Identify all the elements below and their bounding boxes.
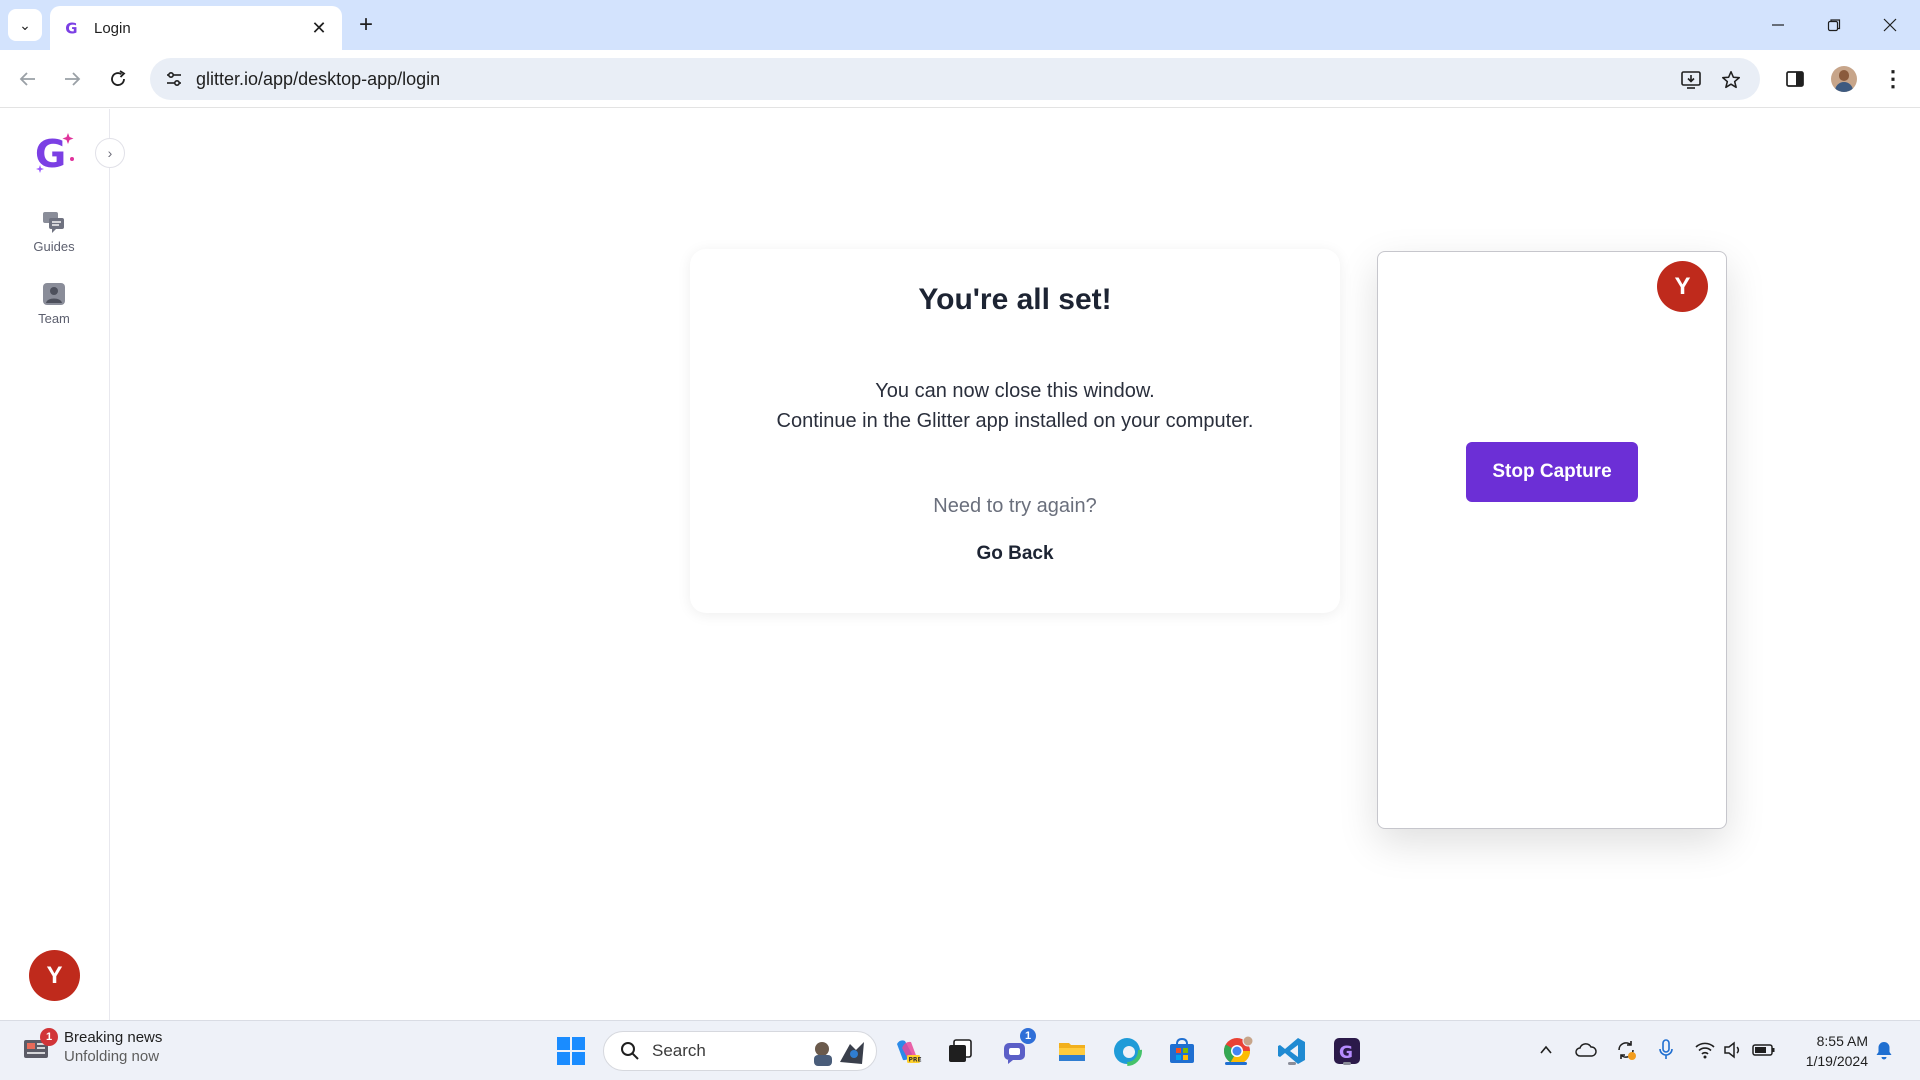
team-icon [42, 282, 66, 306]
battery-icon[interactable] [1752, 1038, 1776, 1062]
sidebar-expand-button[interactable]: › [95, 138, 125, 168]
more-menu-icon[interactable]: ⋮ [1878, 64, 1908, 94]
clock-time: 8:55 AM [1816, 1033, 1868, 1049]
tab-title: Login [94, 19, 131, 37]
back-button[interactable] [13, 64, 43, 94]
news-icon: 1 [22, 1028, 58, 1062]
glitter-favicon-icon: G [62, 18, 82, 38]
chat-badge: 1 [1019, 1027, 1037, 1045]
forward-button[interactable] [57, 64, 87, 94]
go-back-link[interactable]: Go Back [690, 543, 1340, 565]
clock-date: 1/19/2024 [1805, 1053, 1868, 1069]
search-label: Search [652, 1041, 706, 1060]
wifi-icon[interactable] [1693, 1038, 1717, 1062]
windows-taskbar: 1 Breaking news Unfolding now Search PRE… [0, 1020, 1920, 1080]
guides-icon [42, 210, 66, 234]
sidebar-item-guides[interactable]: Guides [14, 210, 94, 254]
microsoft-store-icon[interactable] [1164, 1033, 1200, 1069]
side-panel-icon[interactable] [1780, 64, 1810, 94]
browser-toolbar: glitter.io/app/desktop-app/login ⋮ [0, 50, 1920, 108]
minimize-button[interactable] [1758, 10, 1798, 40]
app-sidebar: G › Guides Team Y [0, 109, 125, 1020]
task-view-icon[interactable] [942, 1033, 978, 1069]
edge-browser-icon[interactable] [1109, 1033, 1145, 1069]
tune-icon [167, 71, 181, 87]
file-explorer-icon[interactable] [1054, 1033, 1090, 1069]
capture-user-avatar[interactable]: Y [1657, 261, 1708, 312]
running-app-indicator [1288, 1062, 1296, 1065]
message-line-2: Continue in the Glitter app installed on… [776, 410, 1254, 432]
restore-button[interactable] [1814, 10, 1854, 40]
onedrive-cloud-icon[interactable] [1574, 1038, 1598, 1062]
profile-picture-icon [1831, 66, 1857, 92]
message-line-1: You can now close this window. [875, 380, 1155, 402]
new-tab-button[interactable]: + [352, 12, 380, 40]
copilot-icon[interactable]: PRE [889, 1033, 925, 1069]
tab-search-button[interactable]: ⌄ [8, 9, 42, 41]
login-success-card: You're all set! You can now close this w… [690, 249, 1340, 613]
arrow-left-icon [19, 72, 35, 86]
svg-text:G: G [1339, 1043, 1353, 1063]
url-text[interactable]: glitter.io/app/desktop-app/login [196, 69, 440, 90]
news-subtitle: Unfolding now [64, 1048, 160, 1065]
close-window-button[interactable] [1870, 10, 1910, 40]
bookmark-star-icon[interactable] [1718, 67, 1744, 93]
notification-bell-icon[interactable] [1872, 1038, 1896, 1062]
reload-icon [111, 70, 126, 86]
glitter-app-icon[interactable]: G [1329, 1033, 1365, 1069]
sidebar-item-label: Guides [33, 239, 75, 254]
close-tab-icon[interactable]: ✕ [308, 18, 330, 39]
svg-text:G: G [65, 19, 77, 37]
user-avatar[interactable]: Y [29, 950, 80, 1001]
microphone-icon[interactable] [1654, 1038, 1678, 1062]
reload-button[interactable] [103, 64, 133, 94]
address-bar[interactable]: glitter.io/app/desktop-app/login [150, 58, 1760, 100]
windows-start-icon[interactable] [553, 1033, 589, 1069]
chevron-down-icon: ⌄ [19, 16, 31, 33]
site-info-button[interactable] [160, 65, 188, 93]
news-badge: 1 [40, 1028, 58, 1046]
active-app-indicator [1225, 1062, 1247, 1065]
sidebar-item-label: Team [38, 311, 70, 326]
chevron-right-icon: › [107, 145, 113, 161]
teams-chat-icon[interactable]: 1 [999, 1027, 1037, 1069]
news-title: Breaking news [64, 1029, 163, 1046]
sync-update-icon[interactable] [1614, 1038, 1638, 1062]
sidebar-item-team[interactable]: Team [14, 282, 94, 326]
stop-capture-button[interactable]: Stop Capture [1466, 442, 1638, 502]
capture-panel: Y Stop Capture [1377, 251, 1727, 829]
profile-avatar[interactable] [1829, 64, 1859, 94]
taskbar-search[interactable]: Search [603, 1031, 877, 1071]
news-widget[interactable]: 1 Breaking news Unfolding now [22, 1028, 163, 1065]
glitter-logo-icon[interactable]: G [32, 129, 76, 177]
volume-icon[interactable] [1721, 1038, 1745, 1062]
page-title: You're all set! [918, 283, 1112, 316]
vscode-icon[interactable] [1274, 1033, 1310, 1069]
success-message: You can now close this window. Continue … [690, 376, 1340, 436]
arrow-right-icon [65, 72, 81, 86]
system-clock[interactable]: 8:55 AM 1/19/2024 [1790, 1031, 1868, 1071]
search-icon [621, 1042, 639, 1060]
show-hidden-icons-chevron-icon[interactable] [1534, 1038, 1558, 1062]
browser-tabstrip: ⌄ G Login ✕ + [0, 0, 1920, 50]
install-app-icon[interactable] [1678, 67, 1704, 93]
search-highlight-icon [814, 1042, 864, 1066]
chrome-browser-icon[interactable] [1219, 1033, 1255, 1069]
tab-login[interactable]: G Login ✕ [50, 6, 342, 50]
svg-text:PRE: PRE [909, 1057, 922, 1064]
running-app-indicator [1343, 1062, 1351, 1065]
retry-question: Need to try again? [933, 495, 1097, 517]
